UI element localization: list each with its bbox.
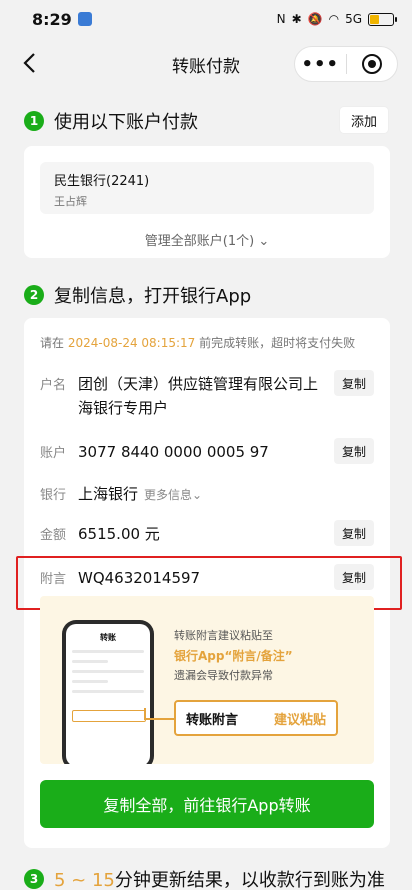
nav-bar: 转账付款 ••• <box>0 40 412 88</box>
amount-row: 金额 6515.00 元 复制 <box>40 520 374 550</box>
chevron-down-icon: ⌄ <box>258 234 270 249</box>
manage-accounts-link[interactable]: 管理全部账户(1个) ⌄ <box>24 230 390 249</box>
manage-accounts-label: 管理全部账户(1个) <box>144 234 255 249</box>
copy-all-open-bank-button[interactable]: 复制全部，前往银行App转账 <box>40 780 374 828</box>
deadline-suffix: 前完成转账，超时将支付失败 <box>199 336 356 350</box>
payee-value: 团创（天津）供应链管理有限公司上海银行专用户 <box>78 375 319 417</box>
account-row: 账户 3077 8440 0000 0005 97 复制 <box>40 438 374 468</box>
tip-line1: 转账附言建议粘贴至 <box>174 629 273 642</box>
add-account-button[interactable]: 添加 <box>340 107 388 133</box>
step3-title-accent: 5 ~ 15 <box>54 870 115 890</box>
account-card: 民生银行(2241) 王占辉 管理全部账户(1个) ⌄ <box>24 146 390 258</box>
wifi-icon: ◠ <box>328 12 340 26</box>
chevron-down-icon: ⌄ <box>192 488 203 502</box>
copy-account-button[interactable]: 复制 <box>334 438 374 464</box>
account-holder: 王占辉 <box>54 195 87 208</box>
deadline-notice: 请在 2024-08-24 08:15:17 前完成转账，超时将支付失败 <box>40 334 355 351</box>
step3-title-rest: 分钟更新结果，以收款行到账为准 <box>114 870 385 890</box>
account-bank: 民生银行(2241) <box>54 174 150 189</box>
status-time: 8:29 <box>32 10 92 29</box>
bank-row: 银行 上海银行 更多信息⌄ <box>40 484 374 510</box>
deadline-time: 2024-08-24 08:15:17 <box>67 336 196 350</box>
step3-number: 3 <box>24 869 44 889</box>
page-title: 转账付款 <box>172 56 240 77</box>
step2-title: 复制信息，打开银行App <box>54 286 252 307</box>
nfc-icon: N <box>276 12 286 26</box>
status-icons: N ✱ 🔕 ◠ 5G <box>276 12 397 26</box>
bank-name: 上海银行 <box>78 485 139 503</box>
tip-line3: 遗漏会导致付款异常 <box>174 669 273 682</box>
memo-tip-panel: 转账 转账附言建议粘贴至 银行App“附言/备注” 遗漏会导致付款异常 转账附言… <box>40 596 374 764</box>
phone-screen: 转账 <box>66 624 150 764</box>
amount-label: 金额 <box>40 528 67 543</box>
selected-account[interactable]: 民生银行(2241) 王占辉 <box>40 162 374 214</box>
account-label: 账户 <box>40 446 67 461</box>
step1-heading: 1 使用以下账户付款 <box>24 108 198 134</box>
memo-callout: 转账附言 建议粘贴 <box>174 700 338 736</box>
bank-value: 上海银行 更多信息⌄ <box>78 482 202 507</box>
bluetooth-icon: ✱ <box>291 12 302 26</box>
account-value: 3077 8440 0000 0005 97 <box>78 443 269 461</box>
step3-title: 5 ~ 15分钟更新结果，以收款行到账为准 <box>54 866 385 890</box>
copy-amount-button[interactable]: 复制 <box>334 520 374 546</box>
callout-label: 转账附言 <box>186 712 239 728</box>
step2-heading: 2 复制信息，打开银行App <box>24 282 251 308</box>
callout-action: 建议粘贴 <box>273 712 326 728</box>
signal-icon: 5G <box>345 12 362 26</box>
amount-value: 6515.00 元 <box>78 525 160 543</box>
more-info-label: 更多信息 <box>144 488 193 502</box>
mini-program-capsule: ••• <box>294 46 398 82</box>
app-notification-icon <box>77 12 92 26</box>
chevron-left-icon[interactable] <box>22 52 36 78</box>
tip-text: 转账附言建议粘贴至 银行App“附言/备注” 遗漏会导致付款异常 <box>174 626 293 686</box>
clock: 8:29 <box>32 9 72 29</box>
deadline-prefix: 请在 <box>40 336 65 350</box>
phone-memo-field <box>72 710 146 722</box>
status-bar: 8:29 N ✱ 🔕 ◠ 5G <box>0 0 412 38</box>
target-icon <box>361 54 382 74</box>
tip-line2: 银行App“附言/备注” <box>174 649 293 663</box>
payee-row: 户名 团创（天津）供应链管理有限公司上海银行专用户 复制 <box>40 370 374 430</box>
battery-icon <box>368 12 397 26</box>
close-button[interactable] <box>346 54 397 74</box>
step1-title: 使用以下账户付款 <box>54 112 198 133</box>
phone-title: 转账 <box>100 633 116 642</box>
bank-label: 银行 <box>40 488 67 503</box>
more-button[interactable]: ••• <box>295 54 346 75</box>
phone-illustration: 转账 <box>62 620 154 764</box>
more-info-link[interactable]: 更多信息⌄ <box>144 488 202 502</box>
step3-heading: 3 5 ~ 15分钟更新结果，以收款行到账为准 <box>24 866 385 890</box>
step2-number: 2 <box>24 285 44 305</box>
mute-icon: 🔕 <box>307 12 323 26</box>
step1-number: 1 <box>24 111 44 131</box>
callout-connector <box>144 708 176 720</box>
payee-label: 户名 <box>40 378 67 393</box>
copy-payee-button[interactable]: 复制 <box>334 370 374 396</box>
